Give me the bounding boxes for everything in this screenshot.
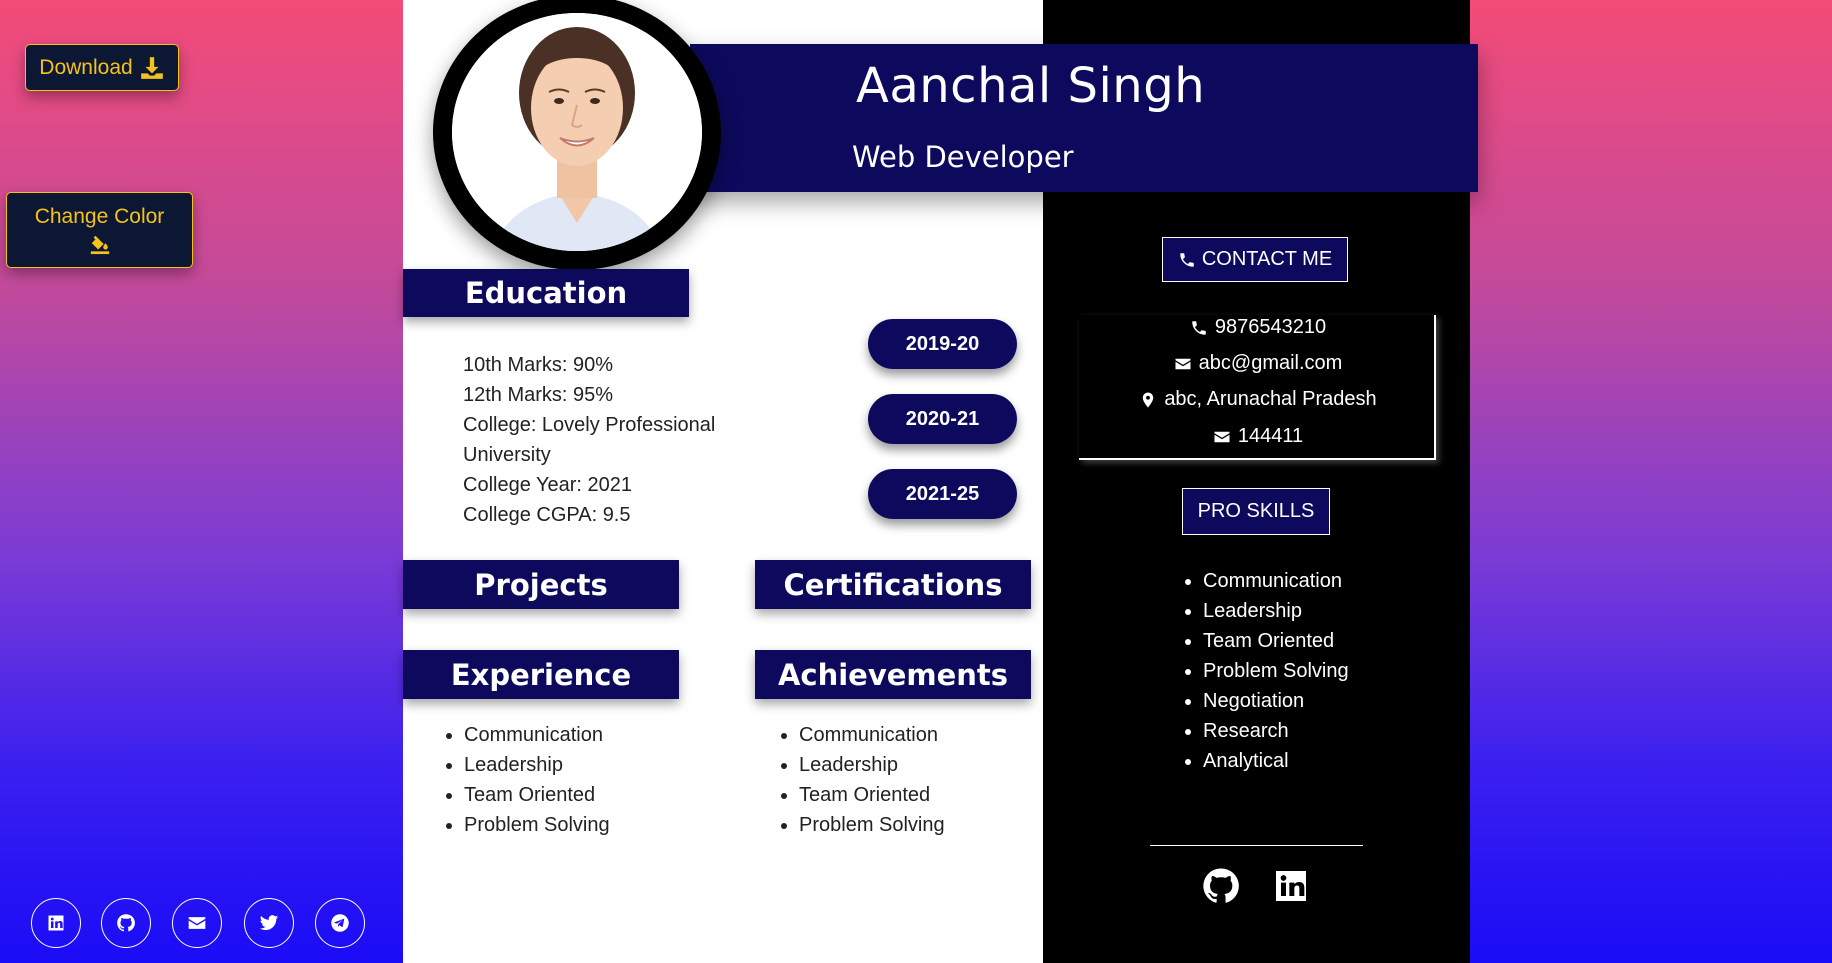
twitter-icon — [259, 913, 279, 933]
education-line: College CGPA: 9.5 — [463, 504, 631, 526]
footer-divider — [1150, 845, 1363, 846]
certifications-heading: Certifications — [755, 560, 1031, 609]
profile-photo — [452, 13, 702, 251]
contact-email: abc@gmail.com — [1080, 352, 1436, 375]
list-item: Team Oriented — [799, 780, 945, 810]
envelope-icon — [187, 913, 207, 933]
list-item: Leadership — [799, 750, 945, 780]
experience-heading: Experience — [403, 650, 679, 699]
certifications-title: Certifications — [783, 567, 1003, 602]
projects-heading: Projects — [403, 560, 679, 609]
avatar — [433, 0, 721, 270]
year-badge: 2021-25 — [868, 469, 1017, 519]
linkedin-link[interactable] — [31, 898, 81, 948]
linkedin-icon — [1271, 866, 1311, 906]
phone-icon — [1178, 251, 1196, 269]
linkedin-footer-link[interactable] — [1271, 866, 1311, 906]
education-line: 12th Marks: 95% — [463, 384, 614, 406]
list-item: Communication — [464, 720, 610, 750]
education-line: 10th Marks: 90% — [463, 354, 614, 376]
telegram-link[interactable] — [315, 898, 365, 948]
experience-list: Communication Leadership Team Oriented P… — [442, 720, 610, 840]
skills-title: PRO SKILLS — [1197, 500, 1315, 522]
location-pin-icon — [1139, 391, 1157, 409]
achievements-heading: Achievements — [755, 650, 1031, 699]
change-color-button[interactable]: Change Color — [6, 192, 193, 268]
change-color-label: Change Color — [34, 205, 165, 228]
contact-title: CONTACT ME — [1201, 248, 1333, 270]
projects-title: Projects — [474, 567, 608, 602]
education-line: College Year: 2021 — [463, 474, 633, 496]
list-item: Leadership — [464, 750, 610, 780]
contact-address: abc, Arunachal Pradesh — [1080, 388, 1436, 411]
address-text: abc, Arunachal Pradesh — [1164, 388, 1377, 410]
list-item: Team Oriented — [464, 780, 610, 810]
year-badge: 2019-20 — [868, 319, 1017, 369]
skills-list: Communication Leadership Team Oriented P… — [1181, 566, 1349, 776]
list-item: Communication — [799, 720, 945, 750]
github-icon — [1201, 866, 1241, 906]
github-footer-link[interactable] — [1201, 866, 1241, 906]
skills-heading: PRO SKILLS — [1182, 488, 1330, 535]
list-item: Leadership — [1203, 596, 1349, 626]
list-item: Problem Solving — [799, 810, 945, 840]
list-item: Negotiation — [1203, 686, 1349, 716]
experience-title: Experience — [450, 657, 632, 692]
year-badge: 2020-21 — [868, 394, 1017, 444]
twitter-link[interactable] — [244, 898, 294, 948]
list-item: Research — [1203, 716, 1349, 746]
achievements-title: Achievements — [777, 657, 1009, 692]
education-line: College: Lovely Professional University — [463, 414, 716, 466]
profile-role: Web Developer — [852, 140, 1074, 174]
education-heading: Education — [403, 269, 689, 317]
download-button[interactable]: Download — [25, 44, 179, 91]
email-link[interactable] — [172, 898, 222, 948]
contact-phone: 9876543210 — [1080, 316, 1436, 339]
profile-name: Aanchal Singh — [856, 58, 1206, 114]
contact-heading: CONTACT ME — [1162, 237, 1348, 282]
education-details: 10th Marks: 90% 12th Marks: 95% College:… — [463, 350, 753, 530]
list-item: Problem Solving — [464, 810, 610, 840]
envelope-icon — [1213, 428, 1231, 446]
paint-bucket-icon — [89, 233, 111, 255]
github-icon — [116, 913, 136, 933]
email-address: abc@gmail.com — [1198, 352, 1343, 374]
phone-number: 9876543210 — [1214, 316, 1327, 338]
phone-icon — [1190, 319, 1208, 337]
download-label: Download — [39, 55, 133, 79]
pin-code: 144411 — [1237, 425, 1304, 447]
list-item: Problem Solving — [1203, 656, 1349, 686]
contact-pin: 144411 — [1080, 425, 1436, 448]
education-title: Education — [464, 276, 628, 310]
list-item: Team Oriented — [1203, 626, 1349, 656]
envelope-icon — [1174, 355, 1192, 373]
download-icon — [139, 55, 165, 81]
github-link[interactable] — [101, 898, 151, 948]
telegram-icon — [330, 913, 350, 933]
list-item: Analytical — [1203, 746, 1349, 776]
linkedin-icon — [46, 913, 66, 933]
list-item: Communication — [1203, 566, 1349, 596]
achievements-list: Communication Leadership Team Oriented P… — [777, 720, 945, 840]
